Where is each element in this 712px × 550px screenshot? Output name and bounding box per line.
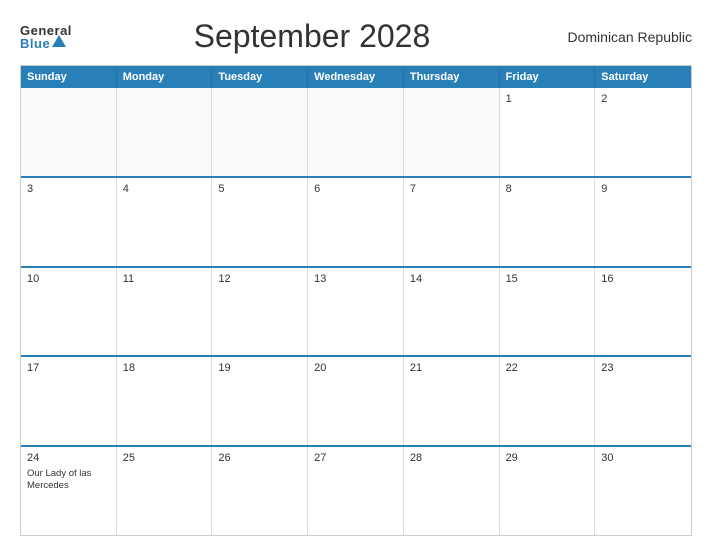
calendar-row-1: 3456789 [21, 178, 691, 268]
day-number: 27 [314, 452, 397, 464]
calendar-cell-0-2 [212, 88, 308, 176]
calendar-body: 123456789101112131415161718192021222324O… [21, 88, 691, 535]
calendar-cell-4-0: 24 Our Lady of las Mercedes [21, 447, 117, 535]
calendar-cell-3-0: 17 [21, 357, 117, 445]
day-number: 21 [410, 362, 493, 374]
logo-blue-text: Blue [20, 37, 50, 50]
day-number: 12 [218, 273, 301, 285]
calendar-cell-1-3: 6 [308, 178, 404, 266]
day-number: 18 [123, 362, 206, 374]
calendar-cell-2-4: 14 [404, 268, 500, 356]
calendar-cell-3-5: 22 [500, 357, 596, 445]
calendar-cell-3-2: 19 [212, 357, 308, 445]
day-number: 3 [27, 183, 110, 195]
calendar-cell-3-1: 18 [117, 357, 213, 445]
calendar-cell-1-5: 8 [500, 178, 596, 266]
calendar-row-3: 17 18 19 20 21 22 23 [21, 357, 691, 447]
calendar-cell-4-4: 28 [404, 447, 500, 535]
day-number: 15 [506, 273, 589, 285]
day-number: 1 [506, 93, 589, 105]
calendar-cell-0-6: 2 [595, 88, 691, 176]
calendar-cell-2-3: 13 [308, 268, 404, 356]
logo: General Blue [20, 24, 72, 50]
calendar-cell-0-1 [117, 88, 213, 176]
day-number: 28 [410, 452, 493, 464]
day-number: 10 [27, 273, 110, 285]
calendar-cell-3-4: 21 [404, 357, 500, 445]
day-number: 23 [601, 362, 685, 374]
country-label: Dominican Republic [552, 29, 692, 45]
calendar-cell-3-3: 20 [308, 357, 404, 445]
calendar-cell-2-0: 10 [21, 268, 117, 356]
calendar-cell-0-3 [308, 88, 404, 176]
calendar-cell-1-6: 9 [595, 178, 691, 266]
weekday-header-sunday: Sunday [21, 66, 117, 88]
day-number: 30 [601, 452, 685, 464]
day-number: 13 [314, 273, 397, 285]
calendar-cell-1-2: 5 [212, 178, 308, 266]
weekday-header-saturday: Saturday [595, 66, 691, 88]
calendar-row-2: 10 11 12 13 14 15 16 [21, 268, 691, 358]
weekday-header-friday: Friday [500, 66, 596, 88]
calendar-cell-0-4 [404, 88, 500, 176]
weekday-header-tuesday: Tuesday [212, 66, 308, 88]
calendar-cell-1-1: 4 [117, 178, 213, 266]
calendar-cell-0-0 [21, 88, 117, 176]
day-number: 29 [506, 452, 589, 464]
calendar-cell-2-6: 16 [595, 268, 691, 356]
calendar-cell-2-1: 11 [117, 268, 213, 356]
logo-blue-row: Blue [20, 37, 66, 50]
day-number: 20 [314, 362, 397, 374]
calendar-cell-2-5: 15 [500, 268, 596, 356]
day-number: 11 [123, 273, 206, 285]
day-number: 26 [218, 452, 301, 464]
calendar-cell-4-5: 29 [500, 447, 596, 535]
calendar-cell-1-0: 3 [21, 178, 117, 266]
calendar-cell-4-1: 25 [117, 447, 213, 535]
day-number: 19 [218, 362, 301, 374]
day-number: 6 [314, 183, 397, 195]
calendar-page: General Blue September 2028 Dominican Re… [0, 0, 712, 550]
calendar-cell-1-4: 7 [404, 178, 500, 266]
day-number: 14 [410, 273, 493, 285]
day-number: 5 [218, 183, 301, 195]
day-number: 16 [601, 273, 685, 285]
calendar-row-4: 24 Our Lady of las Mercedes 25 26 27 28 29 30 [21, 447, 691, 535]
weekday-header-monday: Monday [117, 66, 213, 88]
day-number: 7 [410, 183, 493, 195]
day-number: 24 [27, 452, 110, 464]
day-number: 25 [123, 452, 206, 464]
calendar-cell-4-3: 27 [308, 447, 404, 535]
header: General Blue September 2028 Dominican Re… [20, 18, 692, 55]
weekday-header-wednesday: Wednesday [308, 66, 404, 88]
logo-triangle-icon [52, 35, 66, 47]
day-number: 8 [506, 183, 589, 195]
day-number: 2 [601, 93, 685, 105]
holiday-text: Our Lady of las Mercedes [27, 468, 110, 491]
calendar-header: SundayMondayTuesdayWednesdayThursdayFrid… [21, 66, 691, 88]
day-number: 9 [601, 183, 685, 195]
day-number: 4 [123, 183, 206, 195]
day-number: 17 [27, 362, 110, 374]
calendar-cell-4-2: 26 [212, 447, 308, 535]
calendar-cell-4-6: 30 [595, 447, 691, 535]
day-number: 22 [506, 362, 589, 374]
calendar-title: September 2028 [72, 18, 552, 55]
calendar-cell-3-6: 23 [595, 357, 691, 445]
calendar-cell-0-5: 1 [500, 88, 596, 176]
calendar-row-0: 12 [21, 88, 691, 178]
calendar-grid: SundayMondayTuesdayWednesdayThursdayFrid… [20, 65, 692, 536]
calendar-cell-2-2: 12 [212, 268, 308, 356]
weekday-header-thursday: Thursday [404, 66, 500, 88]
